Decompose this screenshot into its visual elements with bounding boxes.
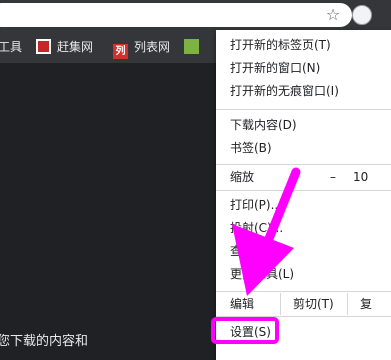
settings-highlight-box — [211, 317, 279, 344]
address-bar[interactable] — [0, 3, 352, 27]
profile-avatar-icon[interactable] — [352, 5, 372, 25]
ganji-logo-icon — [36, 39, 51, 54]
menu-divider — [216, 164, 391, 165]
menu-divider — [216, 109, 391, 110]
zoom-out-button[interactable]: – — [330, 166, 336, 188]
bookmark-label: 赶集网 — [57, 40, 94, 54]
menu-cast[interactable]: 投射(C)... — [230, 218, 283, 238]
bookmark-liebiao[interactable]: 列列表网 — [113, 38, 171, 59]
bookmark-ganji[interactable]: 赶集网 — [36, 38, 93, 56]
menu-divider — [216, 291, 391, 292]
star-icon[interactable]: ☆ — [323, 5, 343, 25]
page-text: 您下载的内容和 — [0, 334, 89, 349]
zoom-label: 缩放 — [230, 170, 255, 184]
menu-find[interactable]: 查找(F)... — [230, 241, 282, 261]
menu-bookmarks[interactable]: 书签(B) — [230, 138, 272, 158]
menu-new-tab[interactable]: 打开新的标签页(T) — [230, 35, 331, 55]
green-square-icon — [184, 39, 199, 54]
bookmark-label: 列表网 — [134, 40, 171, 54]
menu-print[interactable]: 打印(P)... — [230, 195, 282, 215]
edit-label: 编辑 — [230, 297, 255, 311]
menu-divider — [216, 190, 391, 191]
chrome-main-menu: 打开新的标签页(T) 打开新的窗口(N) 打开新的无痕窗口(I) 下载内容(D)… — [216, 30, 391, 360]
browser-toolbar: ☆ — [0, 0, 391, 30]
cut-button[interactable]: 剪切(T) — [280, 293, 347, 315]
menu-downloads[interactable]: 下载内容(D) — [230, 115, 297, 135]
liebiao-logo-icon: 列 — [113, 44, 128, 59]
zoom-level: 10 — [353, 170, 369, 184]
copy-button[interactable]: 复 — [347, 293, 391, 315]
menu-edit-row: 编辑 剪切(T) 复 — [216, 293, 391, 315]
menu-new-window[interactable]: 打开新的窗口(N) — [230, 58, 320, 78]
bookmark-green[interactable] — [184, 38, 205, 56]
menu-zoom-row: 缩放 – 10 — [216, 166, 391, 188]
menu-more-tools[interactable]: 更多工具(L) — [230, 264, 294, 284]
menu-new-incognito-window[interactable]: 打开新的无痕窗口(I) — [230, 81, 339, 101]
bookmark-label: 工具 — [0, 40, 23, 54]
bookmark-tools[interactable]: 工具 — [0, 38, 22, 56]
